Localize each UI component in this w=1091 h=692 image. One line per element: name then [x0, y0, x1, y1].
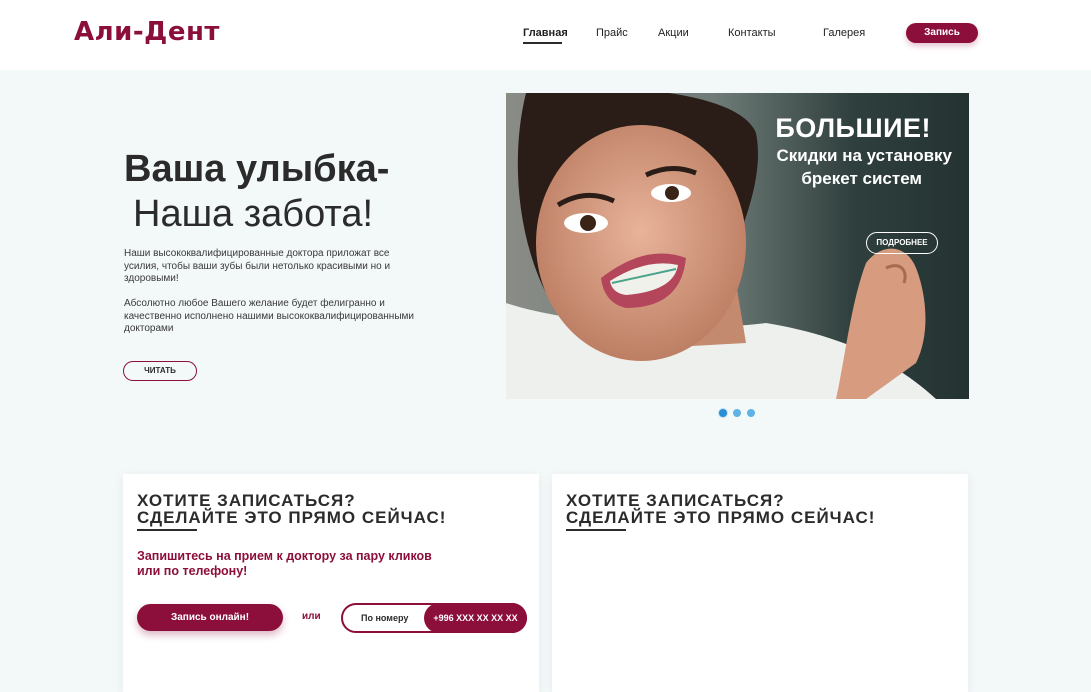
card-heading-line2: СДЕЛАЙТЕ ЭТО ПРЯМО СЕЙЧАС!: [137, 508, 447, 527]
nav-contacts[interactable]: Контакты: [728, 27, 776, 39]
booking-button[interactable]: Запись: [906, 23, 978, 43]
hero-paragraph-1: Наши высококвалифицированные доктора при…: [124, 248, 391, 284]
promo-banner[interactable]: БОЛЬШИЕ! Скидки на установку брекет сист…: [506, 93, 969, 399]
nav-home[interactable]: Главная: [523, 27, 568, 39]
hero-title-line1: Ваша улыбка-: [124, 148, 390, 190]
site-header: Али-Дент Главная Прайс Акции Контакты Га…: [0, 0, 1091, 70]
nav-active-underline: [523, 42, 562, 44]
slider-dot-1[interactable]: [719, 409, 727, 417]
hero-paragraph-2: Абсолютно любое Вашего желание будет фел…: [124, 298, 414, 334]
online-booking-button[interactable]: Запись онлайн!: [137, 604, 283, 631]
hero-title-line2: Наша забота!: [133, 193, 374, 235]
booking-card: ХОТИТЕ ЗАПИСАТЬСЯ? СДЕЛАЙТЕ ЭТО ПРЯМО СЕ…: [123, 474, 539, 692]
logo[interactable]: Али-Дент: [74, 17, 220, 47]
slider-dot-3[interactable]: [747, 409, 755, 417]
slider-dot-2[interactable]: [733, 409, 741, 417]
nav-price[interactable]: Прайс: [596, 27, 628, 39]
card-description: Запишитесь на прием к доктору за пару кл…: [137, 549, 432, 578]
nav-promotions[interactable]: Акции: [658, 27, 689, 39]
or-label: или: [302, 611, 321, 622]
banner-title: БОЛЬШИЕ!: [775, 113, 931, 143]
card-heading-line2: СДЕЛАЙТЕ ЭТО ПРЯМО СЕЙЧАС!: [566, 508, 876, 527]
phone-number[interactable]: +996 XXX XX XX XX: [424, 603, 527, 633]
booking-card-secondary: ХОТИТЕ ЗАПИСАТЬСЯ? СДЕЛАЙТЕ ЭТО ПРЯМО СЕ…: [552, 474, 968, 692]
banner-subtitle-line2: брекет систем: [801, 169, 922, 188]
read-button[interactable]: ЧИТАТЬ: [123, 361, 197, 381]
banner-subtitle-line1: Скидки на установку: [776, 146, 953, 165]
more-button[interactable]: ПОДРОБНЕЕ: [866, 232, 938, 254]
phone-booking-button[interactable]: По номеру +996 XXX XX XX XX: [341, 603, 527, 633]
card-heading-underline: [566, 529, 626, 531]
nav-gallery[interactable]: Галерея: [823, 27, 865, 39]
phone-label: По номеру: [361, 613, 409, 623]
card-heading-underline: [137, 529, 197, 531]
